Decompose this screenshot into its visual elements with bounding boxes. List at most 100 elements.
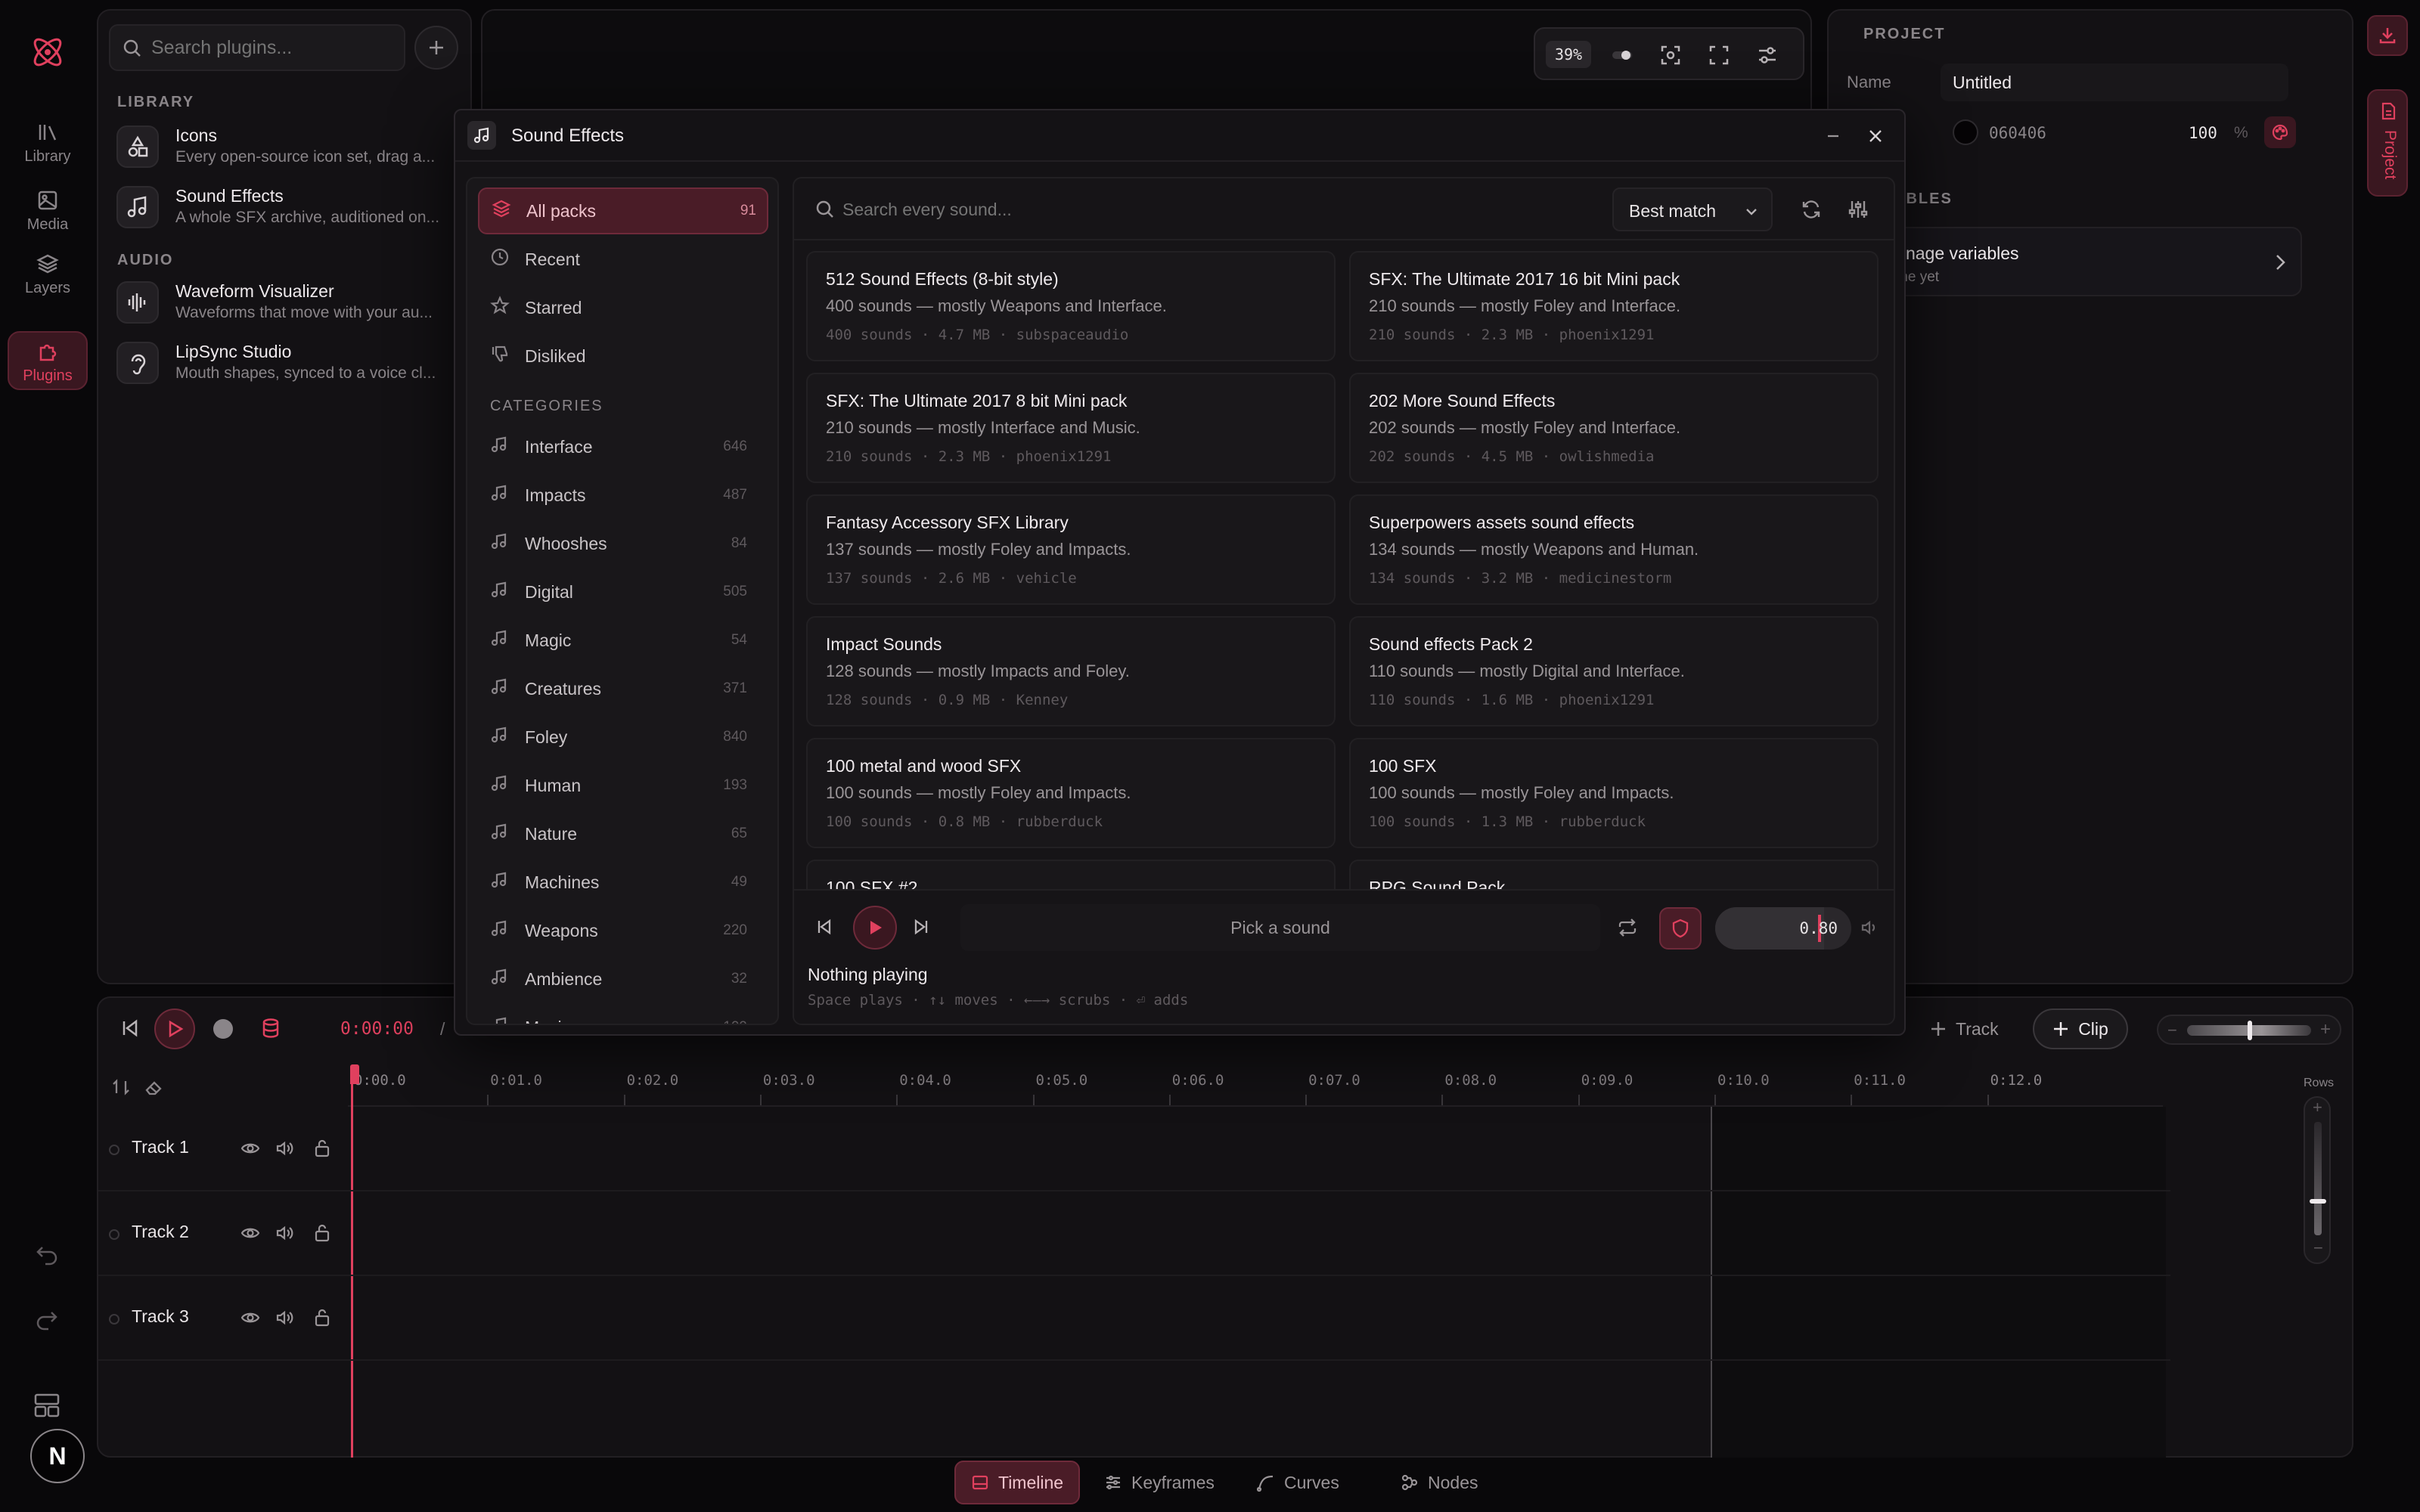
- rail-media[interactable]: Media: [8, 189, 88, 243]
- minimize-icon[interactable]: [1824, 127, 1842, 145]
- record-button[interactable]: [213, 1019, 233, 1039]
- opacity-field[interactable]: 100: [2189, 124, 2217, 142]
- speaker-icon[interactable]: [275, 1308, 295, 1328]
- lock-icon[interactable]: [313, 1139, 331, 1158]
- rows-plus-icon[interactable]: +: [2313, 1098, 2322, 1117]
- category-impacts[interactable]: Impacts 487: [478, 476, 758, 514]
- next-icon[interactable]: [912, 918, 930, 936]
- speaker-icon[interactable]: [1860, 919, 1879, 936]
- track-name[interactable]: Track 3: [132, 1306, 189, 1327]
- rows-minus-icon[interactable]: −: [2313, 1238, 2323, 1258]
- add-track-button[interactable]: Track: [1930, 1009, 1999, 1049]
- category-weapons[interactable]: Weapons 220: [478, 912, 758, 950]
- focus-icon[interactable]: [1659, 44, 1682, 67]
- nav-all-packs[interactable]: All packs 91: [478, 187, 768, 234]
- zoom-out-icon[interactable]: −: [2167, 1021, 2177, 1040]
- tab-nodes[interactable]: Nodes: [1385, 1461, 1493, 1504]
- track-row-1[interactable]: [98, 1108, 2170, 1191]
- sort-tracks-icon[interactable]: [110, 1077, 132, 1098]
- track-handle[interactable]: [109, 1145, 119, 1155]
- pack-card[interactable]: Impact Sounds 128 sounds — mostly Impacts…: [806, 616, 1336, 727]
- toggle-icon[interactable]: [1611, 45, 1634, 65]
- tab-keyframes[interactable]: Keyframes: [1089, 1461, 1230, 1504]
- lock-icon[interactable]: [313, 1308, 331, 1328]
- refresh-icon[interactable]: [1800, 198, 1823, 221]
- category-machines[interactable]: Machines 49: [478, 863, 758, 901]
- pack-card[interactable]: RPG Sound Pack: [1349, 860, 1879, 889]
- nav-starred[interactable]: Starred: [478, 289, 758, 327]
- pack-card[interactable]: 100 SFX #2: [806, 860, 1336, 889]
- loop-icon[interactable]: [1617, 918, 1638, 937]
- rows-slider[interactable]: + −: [2304, 1096, 2331, 1264]
- export-button[interactable]: [2367, 15, 2408, 56]
- pack-card[interactable]: Superpowers assets sound effects 134 soun…: [1349, 494, 1879, 605]
- timeline-zoom-slider[interactable]: − +: [2157, 1015, 2341, 1045]
- category-digital[interactable]: Digital 505: [478, 573, 758, 611]
- nav-recent[interactable]: Recent: [478, 240, 758, 278]
- manage-variables-row[interactable]: Manage variables None yet: [1874, 227, 2302, 296]
- add-clip-button[interactable]: Clip: [2033, 1009, 2128, 1049]
- eye-icon[interactable]: [240, 1223, 260, 1243]
- rows-thumb[interactable]: [2310, 1199, 2326, 1204]
- database-icon[interactable]: [260, 1018, 281, 1039]
- safe-mode-button[interactable]: [1659, 907, 1702, 950]
- volume-slider[interactable]: 0.80: [1715, 907, 1851, 950]
- nav-disliked[interactable]: Disliked: [478, 337, 758, 375]
- category-human[interactable]: Human 193: [478, 767, 758, 804]
- layout-icon[interactable]: [33, 1393, 60, 1418]
- color-picker-button[interactable]: [2264, 116, 2296, 148]
- rail-layers[interactable]: Layers: [8, 253, 88, 307]
- category-foley[interactable]: Foley 840: [478, 718, 758, 756]
- redo-icon[interactable]: [35, 1306, 59, 1331]
- category-creatures[interactable]: Creatures 371: [478, 670, 758, 708]
- plugin-lipsync-studio[interactable]: LipSync Studio Mouth shapes, synced to a…: [113, 336, 446, 390]
- avatar[interactable]: N: [30, 1429, 85, 1483]
- track-row-3[interactable]: [98, 1278, 2170, 1361]
- track-handle[interactable]: [109, 1229, 119, 1240]
- modal-header[interactable]: Sound Effects: [455, 110, 1904, 162]
- category-magic[interactable]: Magic 54: [478, 621, 758, 659]
- fullscreen-icon[interactable]: [1708, 44, 1730, 67]
- rail-plugins[interactable]: Plugins: [8, 331, 88, 390]
- pack-card[interactable]: 512 Sound Effects (8-bit style) 400 sound…: [806, 251, 1336, 361]
- zoom-in-icon[interactable]: +: [2320, 1019, 2331, 1040]
- pack-card[interactable]: SFX: The Ultimate 2017 8 bit Mini pack 21…: [806, 373, 1336, 483]
- add-plugin-button[interactable]: [414, 26, 458, 70]
- speaker-icon[interactable]: [275, 1139, 295, 1158]
- sound-search-input[interactable]: [842, 195, 1523, 224]
- plugin-icons[interactable]: Icons Every open-source icon set, drag a…: [113, 119, 446, 174]
- track-handle[interactable]: [109, 1314, 119, 1325]
- category-ambience[interactable]: Ambience 32: [478, 960, 758, 998]
- zoom-thumb[interactable]: [2248, 1021, 2252, 1040]
- project-side-tab[interactable]: Project: [2367, 89, 2408, 197]
- tab-timeline[interactable]: Timeline: [954, 1461, 1081, 1504]
- player-play-button[interactable]: [853, 906, 897, 950]
- category-nature[interactable]: Nature 65: [478, 815, 758, 853]
- plugin-sound-effects[interactable]: Sound Effects A whole SFX archive, audit…: [113, 180, 446, 234]
- pack-card[interactable]: 100 SFX 100 sounds — mostly Foley and Imp…: [1349, 738, 1879, 848]
- rail-library[interactable]: Library: [8, 121, 88, 175]
- project-name-field[interactable]: Untitled: [1941, 64, 2288, 101]
- plugin-search-input[interactable]: [151, 33, 393, 62]
- plugin-waveform-visualizer[interactable]: Waveform Visualizer Waveforms that move …: [113, 275, 446, 330]
- sliders-icon[interactable]: [1756, 44, 1779, 67]
- track-name[interactable]: Track 2: [132, 1222, 189, 1242]
- speaker-icon[interactable]: [275, 1223, 295, 1243]
- zoom-level[interactable]: 39%: [1546, 41, 1591, 68]
- app-logo[interactable]: [29, 33, 67, 71]
- previous-icon[interactable]: [815, 918, 833, 936]
- track-row-2[interactable]: [98, 1193, 2170, 1276]
- eye-icon[interactable]: [240, 1308, 260, 1328]
- waveform-display[interactable]: Pick a sound: [960, 904, 1600, 951]
- color-swatch[interactable]: [1953, 119, 1978, 145]
- pack-card[interactable]: SFX: The Ultimate 2017 16 bit Mini pack 2…: [1349, 251, 1879, 361]
- filter-sliders-icon[interactable]: [1847, 198, 1869, 221]
- track-name[interactable]: Track 1: [132, 1137, 189, 1157]
- plugin-search-box[interactable]: [109, 24, 405, 71]
- category-interface[interactable]: Interface 646: [478, 428, 758, 466]
- eye-icon[interactable]: [240, 1139, 260, 1158]
- lock-icon[interactable]: [313, 1223, 331, 1243]
- eraser-icon[interactable]: [144, 1077, 165, 1098]
- category-whooshes[interactable]: Whooshes 84: [478, 525, 758, 562]
- category-music[interactable]: Music 109: [478, 1009, 758, 1024]
